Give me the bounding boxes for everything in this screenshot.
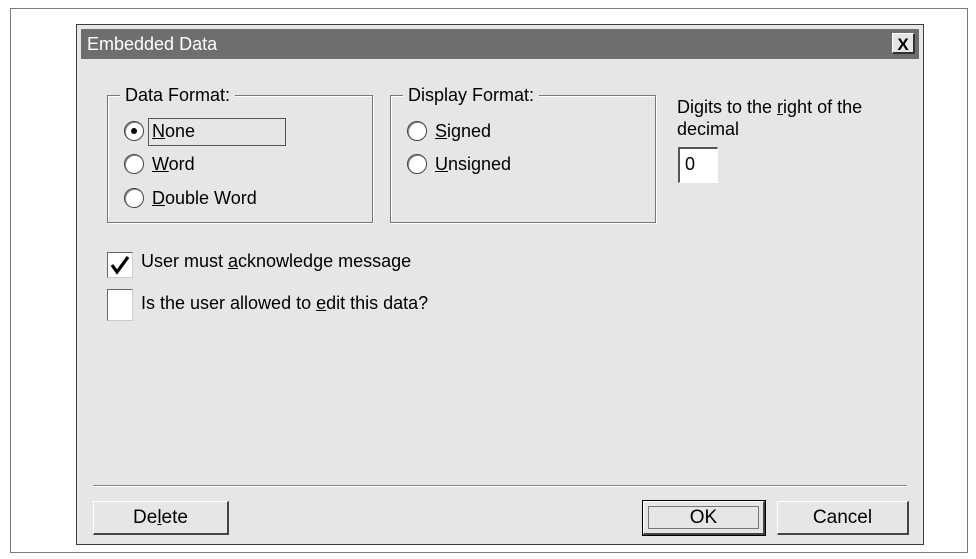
close-icon[interactable]: X <box>892 33 915 54</box>
radio-word[interactable]: Word <box>124 152 195 176</box>
cancel-button[interactable]: Cancel <box>777 501 909 535</box>
radio-signed[interactable]: Signed <box>407 119 491 143</box>
checkmark-icon <box>110 256 130 275</box>
data-format-legend: Data Format: <box>120 84 236 106</box>
checkbox-edit-box[interactable] <box>107 289 133 321</box>
radio-word-label: Word <box>152 154 195 174</box>
title-bar[interactable]: Embedded Data X <box>81 29 919 59</box>
embedded-data-dialog: Embedded Data X Data Format: None Word D… <box>76 24 924 545</box>
radio-none[interactable]: None <box>124 119 195 143</box>
delete-button[interactable]: Delete <box>93 501 229 535</box>
radio-word-button[interactable] <box>124 154 144 174</box>
radio-signed-button[interactable] <box>407 121 427 141</box>
radio-double-word[interactable]: Double Word <box>124 186 257 210</box>
digits-label: Digits to the right of the <box>677 97 863 117</box>
radio-unsigned-button[interactable] <box>407 154 427 174</box>
display-format-group: Display Format: Signed Unsigned <box>390 84 656 223</box>
data-format-group: Data Format: None Word Double Word <box>107 84 373 223</box>
checkbox-edit-label: Is the user allowed to edit this data? <box>141 293 429 313</box>
cancel-label: Cancel <box>812 507 873 528</box>
radio-double-word-button[interactable] <box>124 188 144 208</box>
radio-double-word-label: Double Word <box>152 188 257 208</box>
ok-button[interactable]: OK <box>642 500 766 536</box>
digits-label-line2: decimal <box>677 119 740 139</box>
separator-line <box>93 485 907 487</box>
display-format-legend: Display Format: <box>403 84 540 106</box>
digits-input[interactable]: 0 <box>678 147 718 183</box>
radio-unsigned-label: Unsigned <box>435 154 512 174</box>
dialog-title: Embedded Data <box>87 34 218 54</box>
checkbox-acknowledge-label: User must acknowledge message <box>141 251 412 271</box>
checkbox-acknowledge[interactable]: User must acknowledge message <box>107 249 412 278</box>
radio-none-button[interactable] <box>124 121 144 141</box>
radio-unsigned[interactable]: Unsigned <box>407 152 511 176</box>
checkbox-edit[interactable]: Is the user allowed to edit this data? <box>107 289 429 321</box>
radio-signed-label: Signed <box>435 121 492 141</box>
ok-label: OK <box>689 507 718 528</box>
radio-none-label: None <box>152 121 196 141</box>
checkbox-acknowledge-box[interactable] <box>107 252 133 278</box>
